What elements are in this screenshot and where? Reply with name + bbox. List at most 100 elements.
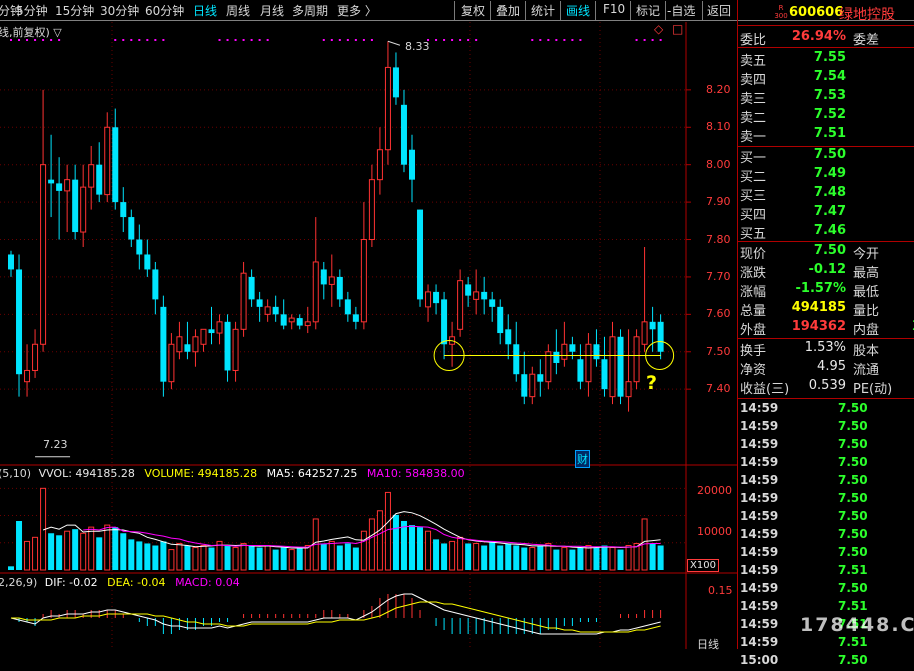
add-watchlist-button[interactable]: -自选 xyxy=(667,2,695,19)
stat-value: -0.12 xyxy=(808,262,846,277)
period-tab-multi[interactable]: 多周期 xyxy=(292,2,328,19)
candle-body xyxy=(184,344,191,352)
candle-body xyxy=(296,318,303,326)
volume-bar xyxy=(296,547,303,570)
candle xyxy=(176,321,183,360)
candle xyxy=(505,314,512,360)
period-tab-daily[interactable]: 日线 xyxy=(193,2,217,19)
volume-bar xyxy=(521,547,528,570)
candle-body xyxy=(392,67,399,98)
marker-dot xyxy=(122,39,125,41)
price-axis-label: 8.20 xyxy=(706,82,731,96)
price-axis-label: 7.70 xyxy=(706,269,731,283)
buy-level-price: 7.46 xyxy=(813,223,846,238)
volume-bar xyxy=(32,536,39,571)
collapse-icon[interactable]: □ xyxy=(672,22,683,36)
marker-dot xyxy=(234,39,237,41)
volume-bar xyxy=(232,547,239,571)
marker-dot xyxy=(635,39,638,41)
candle xyxy=(417,209,424,307)
candle xyxy=(409,134,415,203)
stat-label-secondary: 内盘 xyxy=(853,323,880,338)
candle-body xyxy=(120,202,127,218)
fin-report-badge[interactable]: 财 xyxy=(575,450,590,468)
fuquan-button[interactable]: 复权 xyxy=(461,2,485,19)
tick-price: 7.50 xyxy=(838,437,868,451)
candle xyxy=(633,329,640,390)
tick-row: 14:59 7.50 xyxy=(740,401,914,419)
toolbar-divider xyxy=(665,1,666,20)
volume-bar xyxy=(649,543,656,570)
candle xyxy=(104,112,111,203)
candle-body xyxy=(481,291,488,300)
candle xyxy=(625,329,632,412)
volume-bar xyxy=(497,545,504,570)
candle-body xyxy=(248,276,255,300)
volume-bar xyxy=(160,541,167,570)
sell-level-row: 卖三 7.53 xyxy=(740,88,914,107)
divider xyxy=(738,241,914,242)
candle xyxy=(152,261,159,315)
marker-dot xyxy=(651,39,654,41)
volume-bar xyxy=(577,547,584,570)
sell-level-label: 卖二 xyxy=(740,111,767,126)
volume-bar xyxy=(352,547,359,570)
volume-bar xyxy=(585,545,592,571)
period-tab-weekly[interactable]: 周线 xyxy=(226,2,250,19)
volume-bar xyxy=(384,491,391,571)
buy-level-label: 买四 xyxy=(740,208,767,223)
kline-chart[interactable] xyxy=(0,22,737,649)
fundamental-label: 净资 xyxy=(740,363,767,378)
divider xyxy=(738,338,914,339)
volume-bar xyxy=(168,549,175,571)
stock-name: 绿地控股 xyxy=(839,7,895,23)
tick-time: 14:59 xyxy=(740,401,779,415)
candle-body xyxy=(561,343,568,360)
volume-axis-label-0: 20000 xyxy=(697,484,732,497)
candle-body xyxy=(352,314,359,322)
candle xyxy=(441,291,448,360)
candle-body xyxy=(16,269,23,375)
statistics-button[interactable]: 统计 xyxy=(531,2,555,19)
period-tab-5min[interactable]: 5分钟 xyxy=(16,2,48,19)
period-tab-30min[interactable]: 30分钟 xyxy=(100,2,139,19)
tick-price: 7.50 xyxy=(838,401,868,415)
overlay-button[interactable]: 叠加 xyxy=(496,2,520,19)
marker-dot xyxy=(338,39,341,41)
candle xyxy=(160,295,167,397)
high-arrow xyxy=(387,40,401,46)
stat-row: 现价 7.50 今开 xyxy=(740,243,914,262)
volume-bar xyxy=(481,545,488,570)
period-tab-15min[interactable]: 15分钟 xyxy=(55,2,94,19)
dif-value: DIF: -0.02 xyxy=(44,576,98,589)
marker-dot xyxy=(250,39,253,41)
candle xyxy=(56,157,63,240)
marker-dot xyxy=(531,39,534,41)
f10-button[interactable]: F10 xyxy=(603,2,625,16)
period-tab-60min[interactable]: 60分钟 xyxy=(145,2,184,19)
candle xyxy=(120,187,127,233)
candle xyxy=(168,333,175,390)
period-tab-more[interactable]: 更多 〉 xyxy=(337,2,377,19)
draw-line-button[interactable]: 画线 xyxy=(566,2,590,19)
diamond-icon[interactable]: ◇ xyxy=(654,22,663,36)
tick-time: 14:59 xyxy=(740,581,779,595)
fundamental-label-secondary: PE(动) xyxy=(853,382,893,397)
candle xyxy=(537,359,544,397)
candle xyxy=(344,291,351,322)
divider xyxy=(738,25,914,26)
marker-dot xyxy=(266,39,269,41)
stat-label-secondary: 今开 xyxy=(853,247,880,262)
candle-body xyxy=(368,179,375,241)
mark-button[interactable]: 标记 xyxy=(636,2,660,19)
period-tab-monthly[interactable]: 月线 xyxy=(260,2,284,19)
marker-dot xyxy=(555,39,558,41)
volume-legend-prefix: (5,10) xyxy=(0,467,32,480)
candle-body xyxy=(264,306,271,315)
back-button[interactable]: 返回 xyxy=(707,2,731,19)
buy-level-row: 买一 7.50 xyxy=(740,147,914,166)
volume-bar xyxy=(136,541,143,570)
volume-bar xyxy=(200,545,207,571)
candle xyxy=(136,224,143,270)
buy-level-price: 7.50 xyxy=(813,147,846,162)
